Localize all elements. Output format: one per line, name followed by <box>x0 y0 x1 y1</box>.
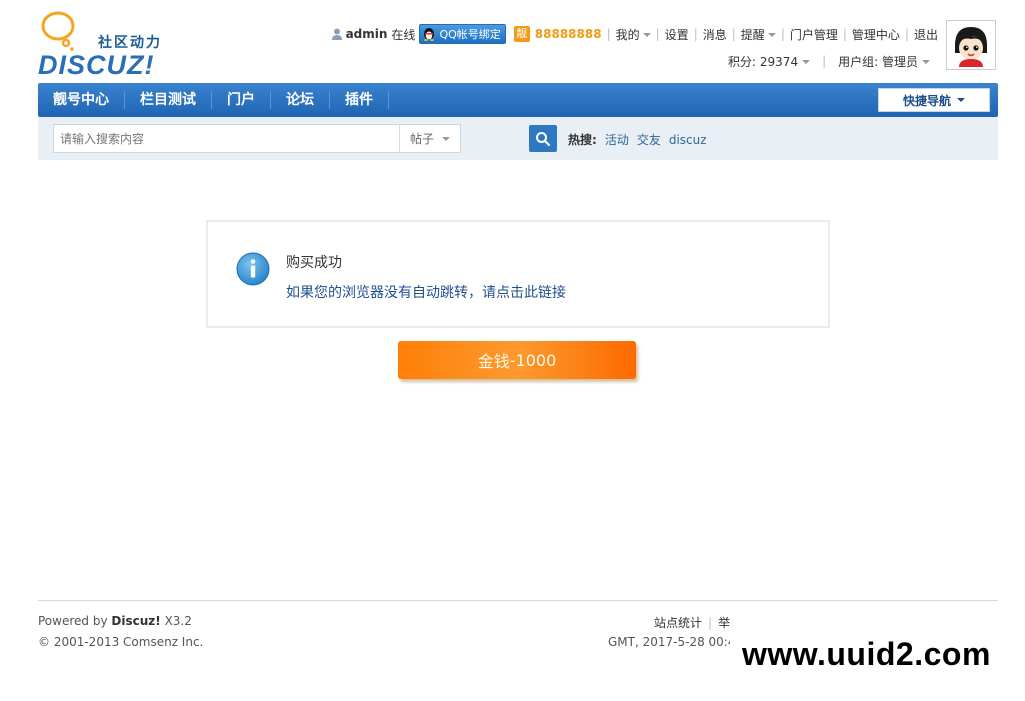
liang-badge-icon: 靓 <box>513 26 530 42</box>
online-status: 在线 <box>391 27 416 42</box>
watermark: www.uuid2.com <box>742 636 991 672</box>
reminders-label: 提醒 <box>740 27 765 42</box>
chevron-down-icon <box>442 136 450 141</box>
username-link[interactable]: admin <box>346 27 388 41</box>
chevron-down-icon <box>802 60 811 64</box>
hot-search-link[interactable]: discuz <box>669 133 707 147</box>
nav-item-plugins[interactable]: 插件 <box>330 91 389 109</box>
footer-time: GMT, 2017-5-28 00:45 <box>608 635 744 649</box>
footer-links: 站点统计 | 举 <box>654 614 730 631</box>
divider: | <box>904 27 909 41</box>
user-toolbar: admin 在线 QQ帐号绑定 靓 88888888 | 我的 | 设置 | 消… <box>331 23 938 45</box>
search-bar: 帖子 热搜: 活动 交友 discuz <box>38 117 998 160</box>
message-box: 购买成功 如果您的浏览器没有自动跳转，请点击此链接 <box>206 220 830 328</box>
usergroup-menu[interactable]: 用户组: 管理员 <box>838 53 930 70</box>
footer-divider <box>38 600 998 601</box>
powered-prefix: Powered by <box>38 614 108 628</box>
cartoon-avatar-icon <box>949 23 993 67</box>
main-nav: 靓号中心 栏目测试 门户 论坛 插件 快捷导航 <box>38 83 998 117</box>
chevron-down-icon <box>767 33 776 37</box>
chevron-down-icon <box>642 33 651 37</box>
user-icon <box>331 28 342 40</box>
nav-item-forum[interactable]: 论坛 <box>271 91 330 109</box>
speech-bubble-icon <box>41 11 75 51</box>
reward-value: -1000 <box>509 350 557 370</box>
my-menu-label: 我的 <box>615 27 640 42</box>
chevron-down-icon <box>957 98 965 102</box>
quick-nav-button[interactable]: 快捷导航 <box>878 88 990 112</box>
my-menu[interactable]: 我的 <box>616 26 651 43</box>
site-logo[interactable]: 社区动力 DISCUZ! <box>38 10 173 80</box>
site-stats-link[interactable]: 站点统计 <box>654 616 702 630</box>
nav-item-liang-center[interactable]: 靓号中心 <box>38 91 125 109</box>
user-stats: 积分: 29374 | 用户组: 管理员 <box>728 51 930 71</box>
usergroup-label: 用户组: 管理员 <box>838 54 918 69</box>
redirect-link[interactable]: 如果您的浏览器没有自动跳转，请点击此链接 <box>286 282 566 302</box>
qq-penguin-icon <box>424 28 435 41</box>
discuz-link[interactable]: Discuz! <box>111 614 160 628</box>
divider: | <box>708 616 713 630</box>
logo-wordmark: DISCUZ! <box>38 50 155 80</box>
credits-menu[interactable]: 积分: 29374 <box>728 53 811 70</box>
liang-number-link[interactable]: 88888888 <box>535 27 602 41</box>
hot-search-link[interactable]: 交友 <box>637 131 661 148</box>
hot-search-link[interactable]: 活动 <box>605 131 629 148</box>
search-input[interactable] <box>54 125 399 152</box>
divider: | <box>693 27 698 41</box>
nav-item-portal[interactable]: 门户 <box>212 91 271 109</box>
admin-center-link[interactable]: 管理中心 <box>852 26 900 43</box>
search-type-select[interactable]: 帖子 <box>399 125 460 152</box>
portal-admin-link[interactable]: 门户管理 <box>790 26 838 43</box>
powered-by: Powered by Discuz! X3.2 <box>38 614 192 628</box>
divider: | <box>822 54 827 68</box>
avatar[interactable] <box>946 20 996 70</box>
nav-item-column-test[interactable]: 栏目测试 <box>125 91 212 109</box>
logout-link[interactable]: 退出 <box>914 26 938 43</box>
qq-bind-button[interactable]: QQ帐号绑定 <box>419 24 506 44</box>
powered-version: X3.2 <box>164 614 192 628</box>
reward-label: 金钱 <box>477 352 510 371</box>
reward-banner: 金钱 -1000 <box>398 341 636 379</box>
divider: | <box>731 27 736 41</box>
divider: | <box>842 27 847 41</box>
hot-search: 热搜: 活动 交友 discuz <box>568 131 715 148</box>
search-box: 帖子 <box>53 124 461 153</box>
info-icon <box>236 252 270 286</box>
search-type-label: 帖子 <box>409 132 434 146</box>
message-title: 购买成功 <box>286 255 342 271</box>
qq-bind-label: QQ帐号绑定 <box>439 28 501 41</box>
chevron-down-icon <box>922 60 930 64</box>
copyright: © 2001-2013 Comsenz Inc. <box>38 635 204 649</box>
hot-search-label: 热搜: <box>568 133 597 147</box>
divider: | <box>606 27 611 41</box>
search-button[interactable] <box>529 125 557 152</box>
report-link[interactable]: 举 <box>718 616 730 630</box>
quick-nav-label: 快捷导航 <box>902 93 951 108</box>
settings-link[interactable]: 设置 <box>665 26 689 43</box>
divider: | <box>780 27 785 41</box>
logo-tagline: 社区动力 <box>98 35 162 51</box>
reminders-menu[interactable]: 提醒 <box>741 26 776 43</box>
credits-label: 积分: 29374 <box>728 54 799 69</box>
messages-link[interactable]: 消息 <box>703 26 727 43</box>
divider: | <box>655 27 660 41</box>
search-icon <box>536 131 551 146</box>
